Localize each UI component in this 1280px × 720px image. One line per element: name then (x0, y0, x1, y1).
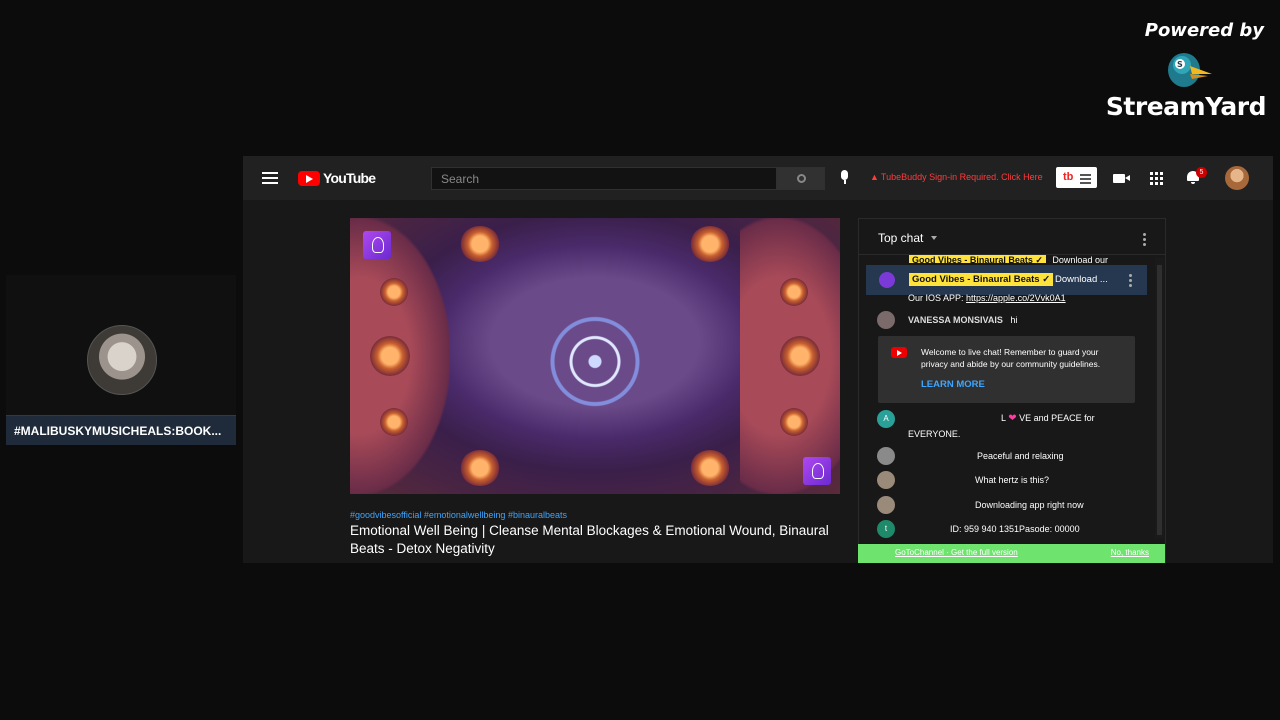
chevron-down-icon[interactable] (931, 236, 937, 240)
streamyard-wordmark: StreamYard (1105, 92, 1267, 121)
pinned-more-icon[interactable] (1129, 274, 1132, 289)
guest-name-label: #MALIBUSKYMUSICHEALS:BOOK... (6, 415, 236, 445)
youtube-logo[interactable]: YouTube (298, 170, 376, 186)
chat-author-avatar: A (877, 410, 895, 428)
chat-mode-dropdown[interactable]: Top chat (878, 231, 923, 245)
video-art-petal (780, 408, 808, 436)
video-art-petal (370, 336, 410, 376)
chat-message: L ❤ VE and PEACE for (1001, 413, 1095, 424)
ios-app-label: Our IOS APP: (908, 293, 967, 303)
learn-more-link[interactable]: LEARN MORE (921, 379, 985, 390)
tubebuddy-button[interactable]: tb (1056, 167, 1097, 188)
screen-share: YouTube Search ▲ TubeBuddy Sign-in Requir… (243, 156, 1273, 563)
chat-message-text: L (1001, 413, 1006, 423)
chat-more-options-icon[interactable] (1143, 233, 1146, 248)
chat-message-text: hi (1010, 315, 1018, 325)
pinned-ghost-text: Download our (1052, 255, 1108, 263)
heart-emoji-icon: ❤ (1008, 413, 1017, 424)
welcome-notice-text: Welcome to live chat! Remember to guard … (921, 347, 1101, 369)
chat-author-avatar (877, 496, 895, 514)
welcome-notice: Welcome to live chat! Remember to guard … (878, 336, 1135, 403)
chat-scrollbar-thumb[interactable] (1157, 265, 1162, 535)
chat-header: Top chat (859, 219, 1165, 255)
live-chat-panel: Top chat Good Vibes - Binaural Beats ✓ D… (858, 218, 1166, 563)
stream-canvas: Powered by S StreamYard #MALIBUSKYMUSICH… (0, 0, 1280, 720)
microphone-icon[interactable] (840, 170, 849, 186)
video-art-petal (460, 226, 500, 262)
search-icon (797, 174, 806, 183)
tubebuddy-warning-text: TubeBuddy Sign-in Required. Click Here (880, 172, 1043, 182)
video-player[interactable] (350, 218, 840, 494)
guest-video-tile[interactable]: #MALIBUSKYMUSICHEALS:BOOK... (6, 275, 236, 445)
pinned-author-badge: Good Vibes - Binaural Beats ✓ (909, 273, 1054, 286)
streamyard-branding: Powered by S StreamYard (1106, 18, 1267, 128)
chat-author-avatar (877, 447, 895, 465)
channel-avatar (879, 272, 895, 288)
pinned-message-text: Download ... (1055, 274, 1108, 285)
svg-text:S: S (1177, 60, 1183, 69)
youtube-logo-text: YouTube (323, 170, 376, 186)
chat-message-continuation: EVERYONE. (908, 429, 961, 439)
chat-message-text: ID: 959 940 1351Pasode: 00000 (950, 524, 1080, 534)
chat-message-text: What hertz is this? (975, 475, 1050, 485)
video-art-petal (380, 278, 408, 306)
ios-app-link[interactable]: https://apple.co/2Vvk0A1 (966, 293, 1066, 303)
youtube-topbar: YouTube Search ▲ TubeBuddy Sign-in Requir… (243, 156, 1273, 200)
pinned-message[interactable]: Good Vibes - Binaural Beats ✓ Download .… (866, 265, 1147, 295)
video-art-petal (460, 450, 500, 486)
ios-app-line: Our IOS APP: https://apple.co/2Vvk0A1 (908, 293, 1066, 303)
create-video-icon[interactable] (1113, 174, 1130, 183)
chat-author-avatar (877, 311, 895, 329)
chat-author-avatar (877, 471, 895, 489)
chat-scrollbar[interactable] (1155, 257, 1164, 539)
video-art-petal (780, 336, 820, 376)
channel-watermark-icon (363, 231, 391, 259)
video-hashtags[interactable]: #goodvibesofficial #emotionalwellbeing #… (350, 510, 567, 520)
video-art-petal (690, 450, 730, 486)
channel-watermark-icon (803, 457, 831, 485)
warning-icon: ▲ (870, 172, 879, 182)
chat-message-text: Downloading app right now (975, 500, 1084, 510)
pinned-message-ghost: Good Vibes - Binaural Beats ✓ Download o… (909, 255, 1108, 263)
video-title: Emotional Well Being | Cleanse Mental Bl… (350, 523, 829, 556)
chat-author-avatar: t (877, 520, 895, 538)
pinned-ghost-author: Good Vibes - Binaural Beats ✓ (909, 255, 1046, 263)
youtube-icon (891, 347, 907, 358)
search-button[interactable] (777, 167, 825, 190)
tubebuddy-menu-icon (1080, 174, 1091, 186)
get-full-version-link[interactable]: GoToChannel · Get the full version (895, 548, 1018, 557)
tubebuddy-warning-link[interactable]: ▲ TubeBuddy Sign-in Required. Click Here (870, 172, 1043, 182)
profile-avatar[interactable] (1225, 166, 1249, 190)
chat-message: VANESSA MONSIVAIS hi (908, 315, 1017, 325)
video-art-petal (780, 278, 808, 306)
tubebuddy-logo-icon: tb (1063, 171, 1074, 183)
streamyard-duck-logo-icon: S (1168, 53, 1212, 87)
apps-grid-icon[interactable] (1150, 172, 1163, 185)
chat-message-text: VE and PEACE for (1019, 413, 1095, 423)
video-art-petal (690, 226, 730, 262)
video-art-petal (380, 408, 408, 436)
youtube-play-icon (298, 170, 320, 186)
hamburger-menu-icon[interactable] (262, 172, 278, 184)
no-thanks-link[interactable]: No, thanks (1111, 548, 1149, 557)
powered-by-label: Powered by (1144, 20, 1264, 41)
search-input[interactable]: Search (431, 167, 777, 190)
guest-avatar (87, 325, 157, 395)
upsell-banner: GoToChannel · Get the full version No, t… (858, 544, 1165, 563)
chat-author-name: VANESSA MONSIVAIS (908, 315, 1003, 325)
chat-message-text: Peaceful and relaxing (977, 451, 1064, 461)
notification-count-badge: 5 (1196, 167, 1207, 178)
